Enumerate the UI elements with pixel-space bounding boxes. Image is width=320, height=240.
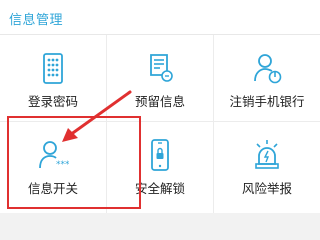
login-password-label: 登录密码 [27, 94, 78, 109]
svg-text:***: *** [56, 160, 69, 170]
risk-report-label: 风险举报 [241, 181, 292, 196]
security-unlock-item[interactable]: 安全解锁 [107, 122, 213, 208]
info-switch-item[interactable]: *** 信息开关 [0, 122, 106, 208]
cancel-mobile-banking-label: 注销手机银行 [229, 94, 305, 109]
phone-lock-icon [151, 139, 169, 171]
user-stars-icon: *** [39, 141, 69, 170]
cancel-mobile-banking-item[interactable]: 注销手机银行 [214, 35, 320, 121]
reserved-info-item[interactable]: 预留信息 [107, 35, 213, 121]
message-note-icon [150, 54, 173, 82]
security-unlock-label: 安全解锁 [134, 181, 185, 196]
reserved-info-label: 预留信息 [134, 94, 185, 109]
info-switch-label: 信息开关 [27, 181, 78, 196]
risk-report-item[interactable]: 风险举报 [214, 122, 320, 208]
keypad-icon [43, 53, 63, 84]
power-user-icon [254, 54, 282, 84]
panel-title: 信息管理 [9, 13, 64, 28]
info-management-panel: 信息管理 登录密码 预留信息 注销手机银行 *** 信息开关 安全解锁 风险举报 [0, 0, 320, 213]
login-password-item[interactable]: 登录密码 [0, 35, 106, 121]
alarm-light-icon [255, 140, 279, 169]
